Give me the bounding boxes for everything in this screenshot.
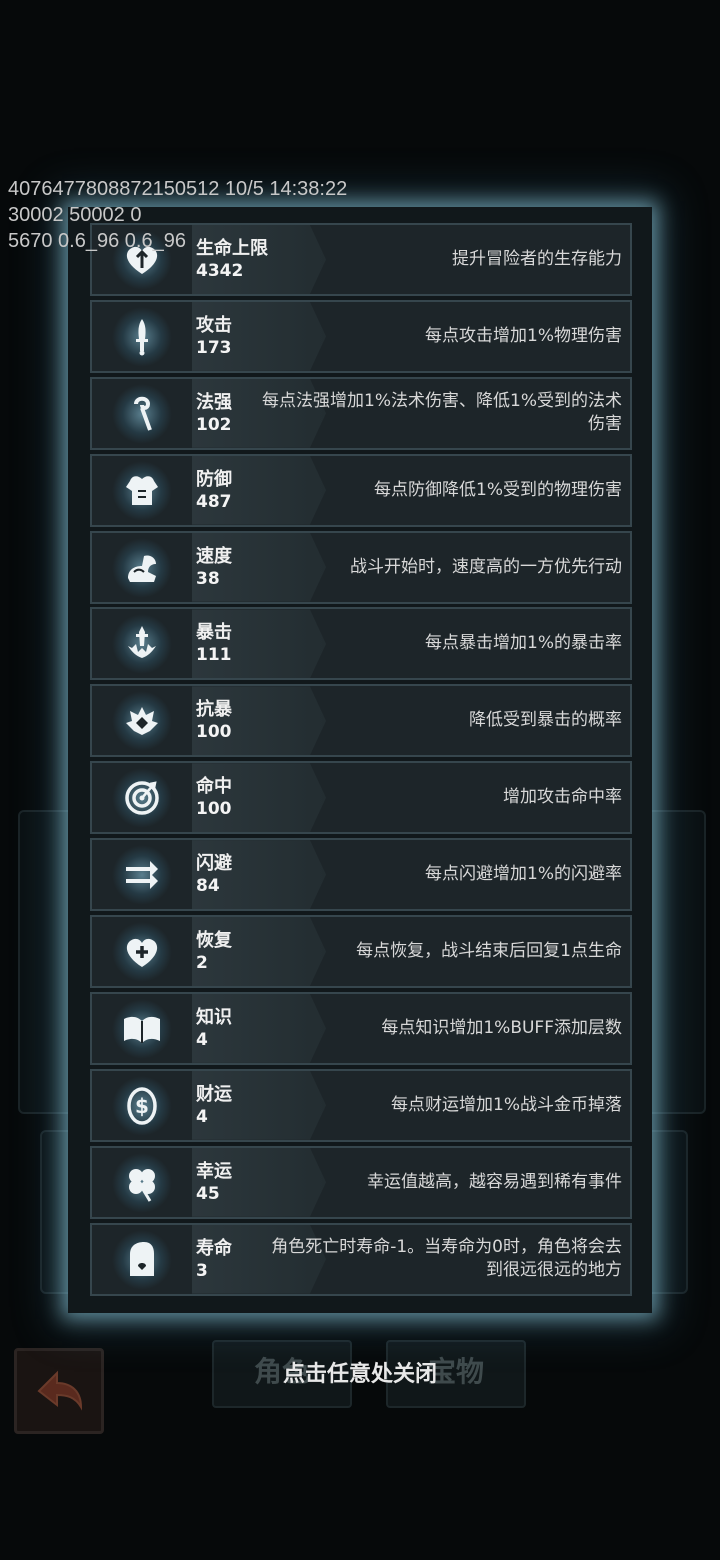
stat-description: 每点财运增加1%战斗金币掉落 <box>391 1094 622 1115</box>
stat-name: 法强 <box>196 391 232 413</box>
debug-line-1: 40764778088721505​12 10/5 14:38:22 <box>8 178 348 200</box>
stat-row: 速度 38 战斗开始时，速度高的一方优先行动 <box>90 530 632 604</box>
stat-description: 战斗开始时，速度高的一方优先行动 <box>350 556 622 577</box>
stat-name: 寿命 <box>196 1237 232 1259</box>
stat-value: 38 <box>196 568 220 589</box>
stat-row: 抗暴 100 降低受到暴击的概率 <box>90 684 632 758</box>
stat-row: $ 财运 4 每点财运增加1%战斗金币掉落 <box>90 1068 632 1142</box>
stat-row: 闪避 84 每点闪避增加1%的闪避率 <box>90 838 632 912</box>
stat-row: 幸运 45 幸运值越高，越容易遇到稀有事件 <box>90 1145 632 1219</box>
stat-row: 恢复 2 每点恢复，战斗结束后回复1点生命 <box>90 915 632 989</box>
stat-name: 防御 <box>196 468 232 490</box>
stat-value: 4342 <box>196 261 244 281</box>
stat-description: 角色死亡时寿命-1。当寿命为0时，角色将会去到很远很远的地方 <box>271 1237 622 1281</box>
armor-icon <box>112 460 172 521</box>
stat-row: 知识 4 每点知识增加1%BUFF添加层数 <box>90 991 632 1065</box>
stat-value: 2 <box>196 953 208 974</box>
target-icon <box>112 768 172 829</box>
stat-value: 487 <box>196 491 232 512</box>
stat-row: 法强 102 每点法强增加1%法术伤害、降低1%受到的法术伤害 <box>90 376 632 450</box>
stat-name: 攻击 <box>196 314 232 336</box>
stat-row: 寿命 3 角色死亡时寿命-1。当寿命为0时，角色将会去到很远很远的地方 <box>90 1222 632 1296</box>
stat-row: 防御 487 每点防御降低1%受到的物理伤害 <box>90 453 632 527</box>
stat-value: 111 <box>196 645 232 666</box>
svg-text:$: $ <box>135 1094 149 1118</box>
crit-sword-icon <box>112 614 172 675</box>
stat-name: 抗暴 <box>196 699 232 721</box>
stats-panel: 生命上限 4342 提升冒险者的生存能力 攻击 173 每点攻击增加1%物理伤害 法强 102… <box>68 207 652 1313</box>
stat-name: 暴击 <box>196 622 232 644</box>
stat-description: 每点暴击增加1%的暴击率 <box>425 633 622 654</box>
coin-icon: $ <box>112 1075 172 1136</box>
sword-icon <box>112 306 172 367</box>
heart-plus-icon <box>112 922 172 983</box>
stat-name: 闪避 <box>196 853 232 875</box>
stat-description: 幸运值越高，越容易遇到稀有事件 <box>367 1171 622 1192</box>
stat-description: 每点攻击增加1%物理伤害 <box>425 325 622 346</box>
debug-overlay: 40764778088721505​12 10/5 14:38:22 30002 … <box>8 176 347 254</box>
stat-row: 暴击 111 每点暴击增加1%的暴击率 <box>90 607 632 681</box>
stat-value: 84 <box>196 876 220 897</box>
stat-description: 每点知识增加1%BUFF添加层数 <box>381 1017 622 1038</box>
stat-row: 命中 100 增加攻击命中率 <box>90 761 632 835</box>
stat-description: 每点防御降低1%受到的物理伤害 <box>374 479 622 500</box>
debug-line-2: 30002 50002 0 <box>8 204 142 226</box>
clover-icon <box>112 1152 172 1213</box>
stat-value: 173 <box>196 337 232 358</box>
stat-description: 每点恢复，战斗结束后回复1点生命 <box>356 941 622 962</box>
close-hint[interactable]: 点击任意处关闭 <box>0 1356 720 1388</box>
stat-name: 命中 <box>196 776 232 798</box>
stat-name: 幸运 <box>196 1160 232 1182</box>
stat-name: 财运 <box>196 1083 232 1105</box>
stat-description: 每点闪避增加1%的闪避率 <box>425 864 622 885</box>
stat-row: 攻击 173 每点攻击增加1%物理伤害 <box>90 299 632 373</box>
dodge-arrows-icon <box>112 845 172 906</box>
shield-burst-icon <box>112 691 172 752</box>
stat-value: 100 <box>196 799 232 820</box>
tombstone-icon <box>112 1229 172 1290</box>
stat-description: 每点法强增加1%法术伤害、降低1%受到的法术伤害 <box>262 391 622 435</box>
book-icon <box>112 998 172 1059</box>
stat-description: 增加攻击命中率 <box>503 787 622 808</box>
wing-boot-icon <box>112 537 172 598</box>
stat-name: 速度 <box>196 545 232 567</box>
stat-value: 102 <box>196 414 232 435</box>
debug-line-3: 5670 0.6_96 0.6_96 <box>8 230 186 252</box>
stat-value: 45 <box>196 1183 220 1204</box>
stat-value: 4 <box>196 1029 208 1050</box>
stats-list: 生命上限 4342 提升冒险者的生存能力 攻击 173 每点攻击增加1%物理伤害 法强 102… <box>90 223 632 1299</box>
staff-icon <box>112 383 172 444</box>
stat-value: 3 <box>196 1260 208 1281</box>
stat-name: 知识 <box>196 1006 232 1028</box>
stat-name: 恢复 <box>196 930 232 952</box>
stat-description: 降低受到暴击的概率 <box>469 710 622 731</box>
stat-value: 100 <box>196 722 232 743</box>
stat-value: 4 <box>196 1106 208 1127</box>
